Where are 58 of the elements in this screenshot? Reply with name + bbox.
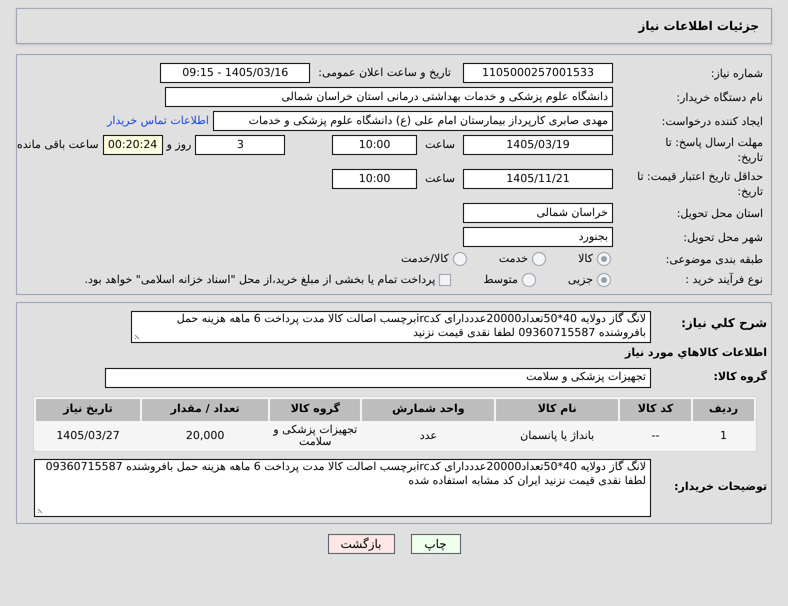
column-header: کد کالا bbox=[620, 398, 691, 420]
radio-label: خدمت bbox=[498, 251, 528, 267]
field-label: ساعت باقی مانده bbox=[17, 137, 99, 153]
field-label: حداقل تاریخ اعتبار قیمت: تا تاریخ: bbox=[636, 169, 763, 199]
field-value: 3 bbox=[195, 135, 286, 155]
field-label: ساعت bbox=[425, 171, 455, 187]
column-header: ردیف bbox=[692, 398, 754, 420]
field-label: استان محل تحویل: bbox=[676, 206, 763, 220]
field-label: ایجاد کننده درخواست: bbox=[662, 114, 763, 128]
radio-button[interactable] bbox=[522, 272, 536, 287]
field-value: 1405/03/16 - 09:15 bbox=[160, 63, 310, 83]
field-value: 1105000257001533 bbox=[463, 63, 613, 83]
field-value: 00:20:24 bbox=[102, 135, 163, 155]
radio-button[interactable] bbox=[597, 252, 611, 266]
resize-grip-icon bbox=[37, 506, 45, 514]
buyer-contact-link[interactable]: اطلاعات تماس خریدار bbox=[107, 112, 209, 130]
resize-grip-icon bbox=[134, 332, 142, 340]
field-value: دانشگاه علوم پزشکی و خدمات بهداشتی درمانی استان خراسان شمالی bbox=[165, 87, 613, 107]
field-value: 10:00 bbox=[332, 169, 418, 189]
field-value: 10:00 bbox=[332, 135, 418, 155]
field-label: شرح کلي نياز: bbox=[681, 316, 767, 330]
section-heading: اطلاعات کالاهاي مورد نياز bbox=[624, 345, 767, 361]
checkbox[interactable] bbox=[439, 274, 452, 286]
field-label: نوع فرآیند خرید : bbox=[685, 272, 763, 288]
field-value: خراسان شمالی bbox=[463, 203, 613, 223]
field-label: شهر محل تحویل: bbox=[683, 230, 763, 244]
field-label: گروه کالا: bbox=[713, 370, 767, 384]
radio-label: متوسط bbox=[483, 272, 518, 288]
buyer-notes-text: لانگ گاز دولایه 40*50تعداد20000عدددارای کدircبرچسب اصالت کالا مدت پرداخت 6 ماهه هزینه حمل بافروشنده 09360715587 لطفا نقدی قیمت نزنید ایران کد مشابه استفاده شده bbox=[34, 458, 651, 516]
back-button[interactable]: بازگشت bbox=[328, 534, 394, 554]
field-label: شماره نیاز: bbox=[710, 66, 763, 80]
field-value: تجهیزات پزشکی و سلامت bbox=[105, 368, 651, 388]
field-label: ساعت bbox=[425, 137, 455, 153]
field-label: نام دستگاه خریدار: bbox=[676, 90, 763, 104]
column-header: واحد شمارش bbox=[362, 398, 494, 420]
radio-label: کالا bbox=[578, 251, 593, 267]
column-header: نام کالا bbox=[496, 398, 618, 420]
field-value: 1405/11/21 bbox=[463, 169, 613, 189]
field-value: بجنورد bbox=[463, 227, 613, 247]
field-label: مهلت ارسال پاسخ: تا تاریخ: bbox=[664, 135, 763, 165]
checkbox-label: پرداخت تمام یا بخشی از مبلغ خرید،از محل "اسناد خزانه اسلامی" خواهد بود. bbox=[84, 272, 436, 288]
column-header: گروه کالا bbox=[270, 398, 360, 420]
radio-label: جزیی bbox=[568, 272, 593, 288]
radio-button[interactable] bbox=[597, 272, 611, 287]
print-button[interactable]: چاپ bbox=[410, 534, 460, 554]
column-header: تعداد / مقدار bbox=[142, 398, 268, 420]
field-label: طبقه بندی موضوعی: bbox=[666, 252, 763, 267]
field-value: 1405/03/19 bbox=[463, 135, 613, 155]
radio-label: کالا/خدمت bbox=[401, 251, 449, 267]
radio-button[interactable] bbox=[452, 252, 467, 266]
column-header: تاریخ نیاز bbox=[36, 398, 140, 420]
field-label: تاریخ و ساعت اعلان عمومی: bbox=[318, 66, 451, 79]
radio-button[interactable] bbox=[532, 252, 546, 266]
description-text: لانگ گاز دولایه 40*50تعداد20000عدددارای کدircبرچسب اصالت کالا مدت پرداخت 6 ماهه هزینه حمل بافروشنده 09360715587 لطفا نقدی قیمت نزنید bbox=[131, 311, 651, 343]
page-title: جزئیات اطلاعات نیاز bbox=[638, 18, 759, 35]
field-value: مهدی صابری کارپرداز بیمارستان امام علی (ع) دانشگاه علوم پزشکی و خدمات bbox=[213, 111, 613, 131]
field-label: توضیحات خریدار: bbox=[674, 480, 767, 494]
field-label: روز و bbox=[166, 137, 192, 153]
